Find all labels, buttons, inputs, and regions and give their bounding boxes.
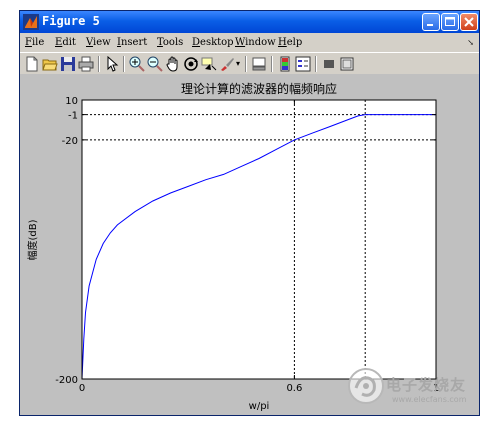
menu-bar: File Edit View Insert Tools Desktop Wind…	[20, 35, 479, 52]
menu-view[interactable]: View	[86, 37, 111, 48]
toolbar-separator	[123, 56, 125, 72]
save-icon[interactable]	[60, 56, 76, 72]
axes-background[interactable]	[82, 100, 436, 379]
menu-desktop-label: esktop	[200, 37, 234, 48]
brush-icon[interactable]	[219, 56, 235, 72]
maximize-button[interactable]	[441, 13, 459, 31]
menu-window-mnemonic: W	[235, 37, 246, 48]
show-plot-tools-icon[interactable]	[339, 56, 355, 72]
minimize-button[interactable]	[422, 13, 440, 31]
window-title: Figure 5	[42, 14, 100, 28]
menu-edit[interactable]: Edit	[55, 37, 76, 48]
menu-overflow-arrow-icon[interactable]: ↘	[467, 38, 474, 47]
close-button[interactable]	[460, 13, 478, 31]
figure-toolbar: ▾	[20, 52, 479, 75]
figure-window: Figure 5 File Edit View Insert Tools Des…	[19, 10, 480, 416]
figure-canvas: 0 0.6 1 10 -1 -20 -200 理论计算的滤波器的幅频响应 w/pi 幅度(d…	[20, 74, 479, 415]
y-tick-label: -20	[62, 136, 78, 147]
dianzifans-logo-icon	[348, 368, 384, 404]
insert-colorbar-icon[interactable]	[277, 56, 293, 72]
hide-plot-tools-icon[interactable]	[321, 56, 337, 72]
insert-legend-icon[interactable]	[295, 56, 311, 72]
y-tick-label: -200	[55, 375, 78, 386]
menu-window[interactable]: Window	[235, 37, 276, 48]
menu-insert-label: nsert	[120, 37, 148, 48]
zoom-in-icon[interactable]	[129, 56, 145, 72]
open-file-icon[interactable]	[42, 56, 58, 72]
matlab-icon	[23, 14, 39, 30]
menu-desktop-mnemonic: D	[192, 37, 201, 48]
chart-title: 理论计算的滤波器的幅频响应	[181, 81, 337, 96]
menu-file-label: ile	[31, 37, 45, 48]
maximize-icon	[445, 17, 455, 26]
x-tick-label: 0	[79, 383, 85, 394]
title-bar[interactable]: Figure 5	[20, 11, 479, 33]
watermark-url: www.elecfans.com	[392, 395, 467, 404]
menu-tools-label: ools	[162, 37, 184, 48]
menu-view-mnemonic: V	[86, 37, 94, 48]
menu-tools[interactable]: Tools	[157, 37, 183, 48]
minimize-icon	[427, 24, 433, 26]
link-plot-icon[interactable]	[251, 56, 267, 72]
x-axis-label: w/pi	[249, 401, 270, 412]
zoom-out-icon[interactable]	[147, 56, 163, 72]
print-icon[interactable]	[78, 56, 94, 72]
rotate-3d-icon[interactable]	[183, 56, 199, 72]
toolbar-separator	[98, 56, 100, 72]
menu-file[interactable]: File	[25, 37, 44, 48]
toolbar-separator	[271, 56, 273, 72]
y-tick-label: -1	[68, 111, 78, 122]
menu-insert[interactable]: Insert	[117, 37, 147, 48]
y-axis-label: 幅度(dB)	[26, 219, 39, 260]
menu-window-label: indow	[245, 37, 276, 48]
menu-edit-label: dit	[62, 37, 76, 48]
menu-view-label: iew	[93, 37, 111, 48]
new-figure-icon[interactable]	[24, 56, 40, 72]
menu-help-mnemonic: H	[278, 37, 287, 48]
x-tick-label: 0.6	[286, 383, 302, 394]
menu-file-mnemonic: F	[25, 37, 32, 48]
y-tick-label: 10	[65, 96, 78, 107]
menu-help-label: elp	[286, 37, 303, 48]
pan-hand-icon[interactable]	[165, 56, 181, 72]
menu-desktop[interactable]: Desktop	[192, 37, 234, 48]
plot-area: 0 0.6 110-1-20-200 理论计算的滤波器的幅频响应 w/pi 幅度(d…	[26, 81, 439, 412]
menu-help[interactable]: Help	[278, 37, 302, 48]
close-icon	[464, 17, 474, 27]
toolbar-separator	[245, 56, 247, 72]
edit-plot-arrow-icon[interactable]	[104, 56, 120, 72]
toolbar-separator	[315, 56, 317, 72]
brush-dropdown-arrow-icon[interactable]: ▾	[236, 56, 252, 72]
data-cursor-icon[interactable]	[201, 56, 217, 72]
watermark-text: 电子发烧友	[386, 376, 467, 394]
